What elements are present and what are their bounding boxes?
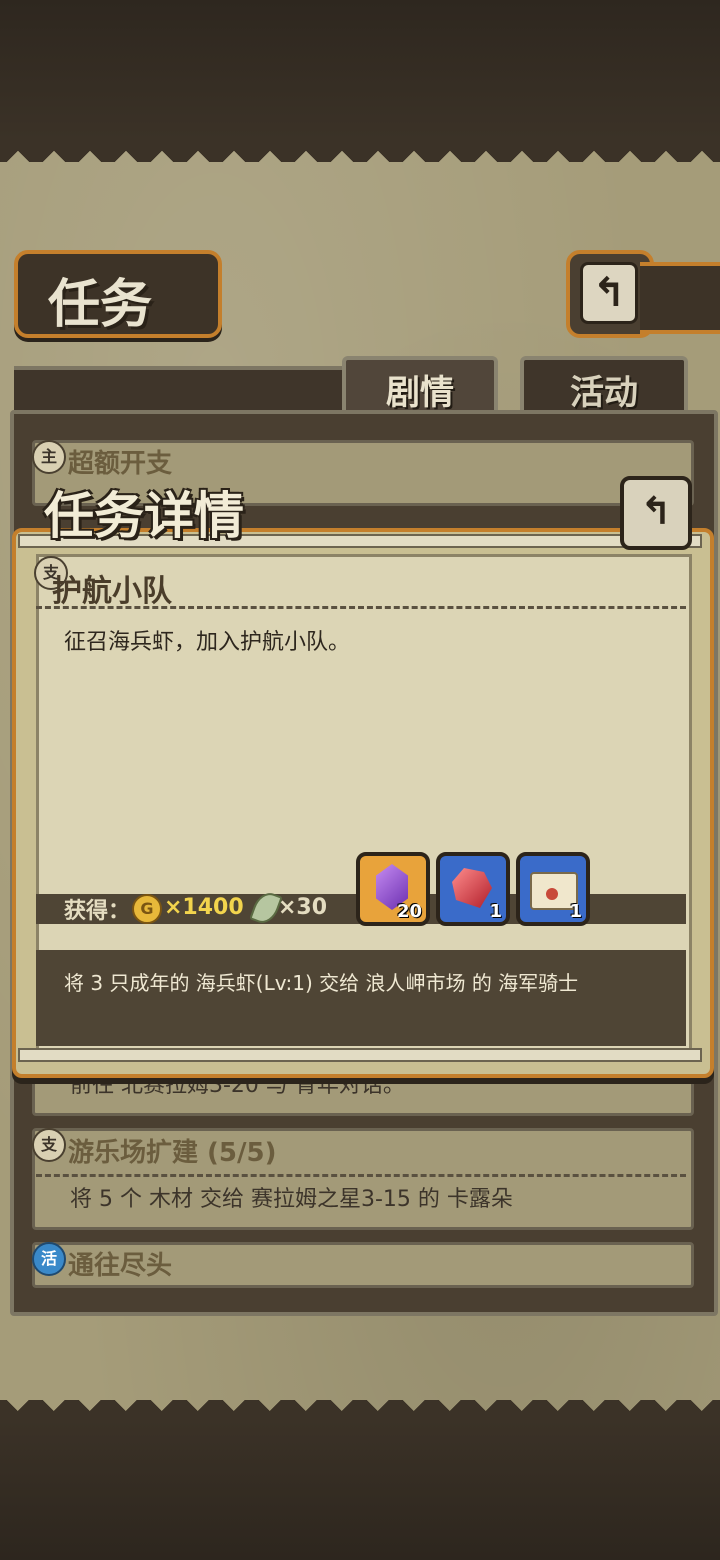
coin-amount: ×1400: [164, 895, 244, 920]
page-title: 任务: [48, 275, 153, 335]
item-count: 1: [569, 901, 582, 922]
reward-item-slot[interactable]: 1: [516, 852, 590, 926]
rewards-label: 获得：: [64, 899, 131, 924]
item-count: 20: [396, 901, 422, 922]
modal-bottom-bar: [18, 1048, 702, 1062]
top-dark-band: [0, 0, 720, 140]
quest-title: 通往尽头: [68, 1251, 173, 1281]
bottom-dark-band: [0, 1420, 720, 1560]
torn-edge-bottom: [0, 1400, 720, 1422]
objective-box: [36, 950, 686, 1046]
divider: [36, 1174, 686, 1177]
modal-title: 任务详情: [44, 487, 244, 545]
main-quest-badge: 主: [32, 440, 66, 474]
modal-close-button[interactable]: ↰: [620, 476, 692, 550]
feather-amount: ×30: [278, 895, 328, 920]
header-strip: [640, 262, 720, 334]
reward-item-slot[interactable]: 1: [436, 852, 510, 926]
mission-description: 征召海兵虾，加入护航小队。: [64, 630, 351, 655]
mission-name: 护航小队: [52, 574, 172, 609]
item-count: 1: [489, 901, 502, 922]
red-gem-icon: [452, 868, 492, 908]
page-title-plate: 任务: [14, 250, 222, 338]
gold-coin-icon: G: [132, 894, 162, 924]
quest-objective: 将 3 只成年的 海兵虾(Lv:1) 交给 浪人岬市场 的 海军骑士: [64, 971, 579, 995]
torn-edge-top: [0, 140, 720, 162]
return-arrow-icon: ↰: [640, 489, 672, 533]
quest-description: 将 5 个 木材 交给 赛拉姆之星3-15 的 卡露朵: [70, 1187, 513, 1212]
event-quest-badge: 活: [32, 1242, 66, 1276]
return-arrow-icon: ↰: [580, 262, 638, 324]
divider: [36, 606, 686, 609]
reward-item-slot[interactable]: 20: [356, 852, 430, 926]
quest-title: 游乐场扩建 (5/5): [68, 1138, 277, 1168]
side-quest-badge: 支: [32, 1128, 66, 1162]
